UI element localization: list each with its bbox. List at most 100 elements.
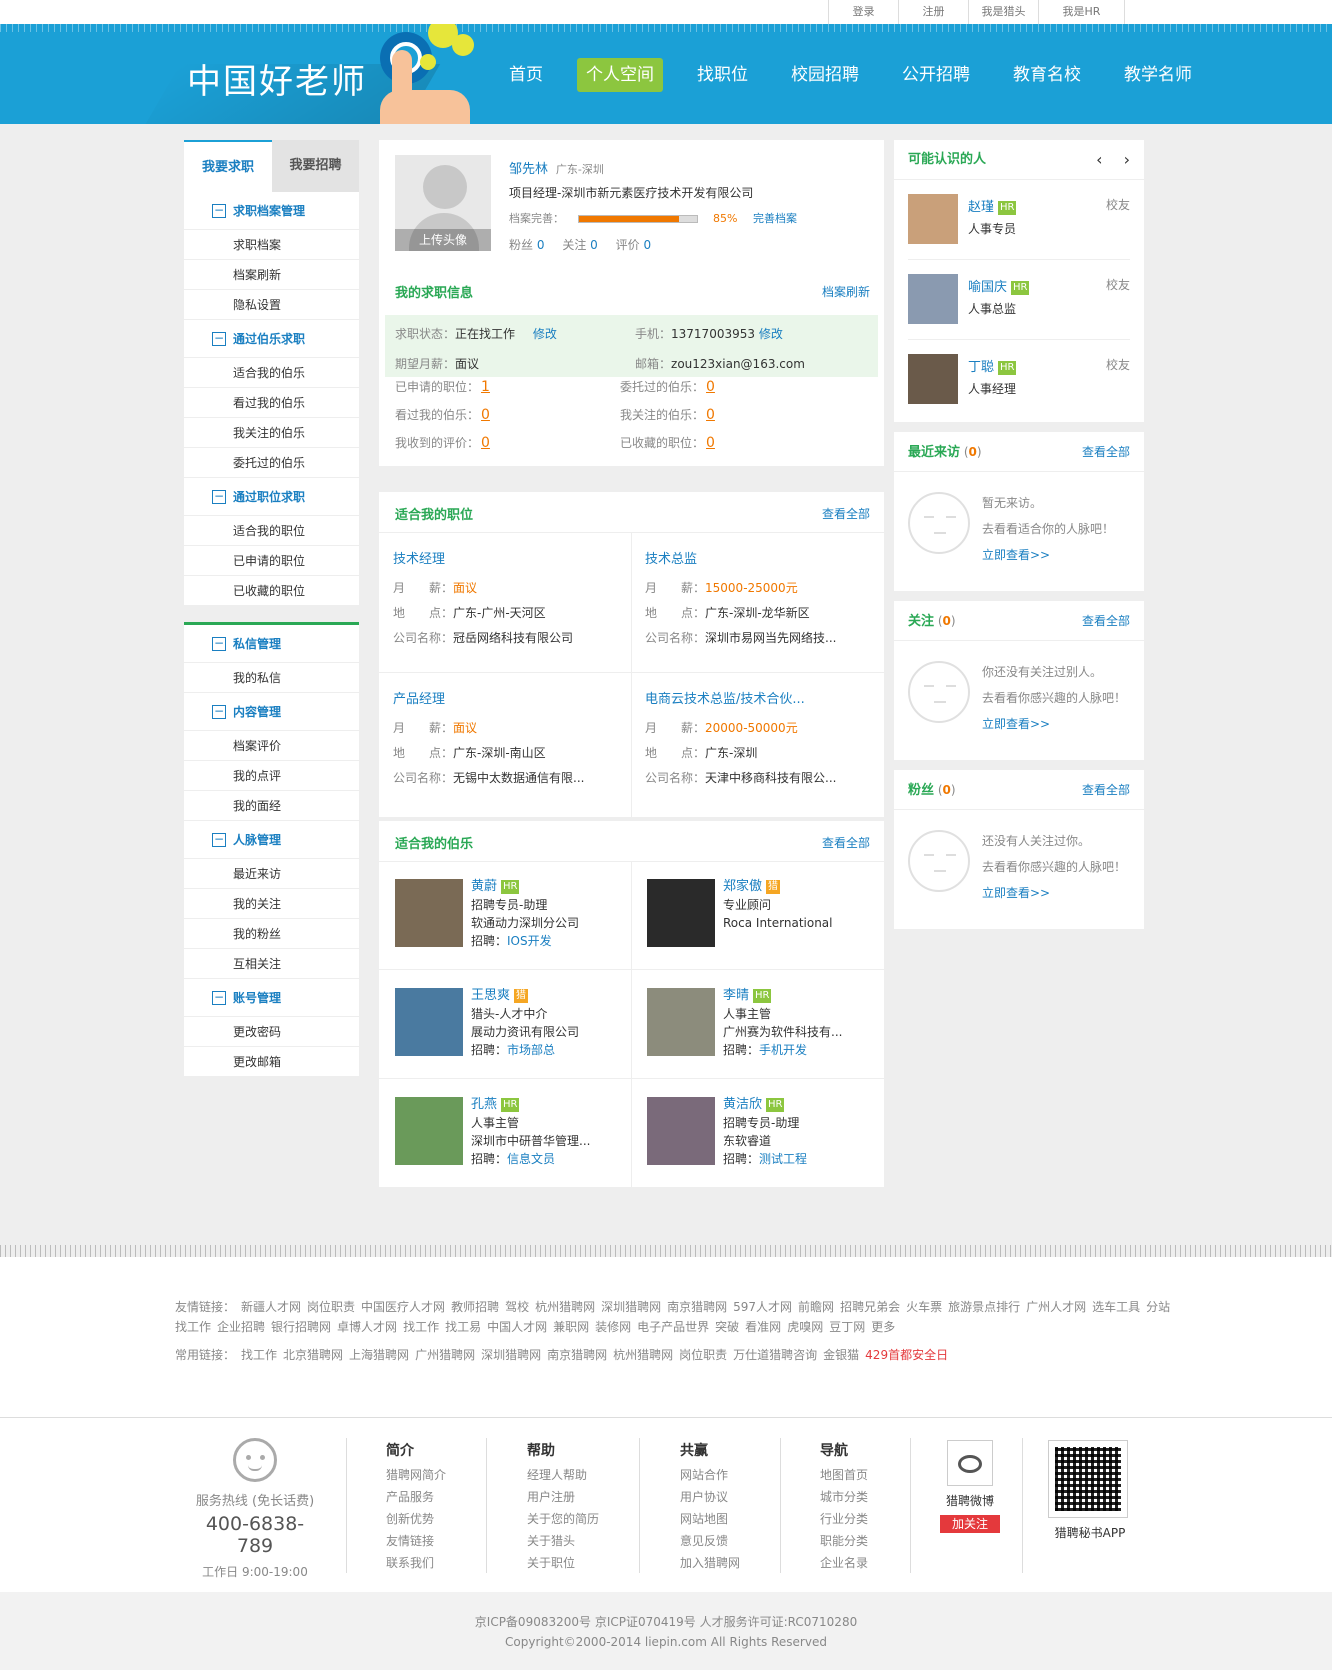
- footer-link[interactable]: 加入猎聘网: [680, 1552, 740, 1574]
- fans-view-link[interactable]: 立即查看>>: [982, 880, 1126, 906]
- job-title[interactable]: 技术经理: [393, 548, 445, 567]
- sidebar-item[interactable]: 档案刷新: [184, 260, 359, 290]
- footer-link[interactable]: 网站地图: [680, 1508, 740, 1530]
- job-title[interactable]: 产品经理: [393, 688, 445, 707]
- follows-view-link[interactable]: 立即查看>>: [982, 711, 1126, 737]
- jobs-more-link[interactable]: 查看全部: [822, 505, 870, 522]
- friend-link[interactable]: 前瞻网: [798, 1300, 834, 1314]
- sidebar-item[interactable]: 委托过的伯乐: [184, 448, 359, 478]
- collapse-icon[interactable]: −: [212, 704, 226, 719]
- top-link[interactable]: 我是猎头: [969, 0, 1039, 24]
- top-link[interactable]: 注册: [899, 0, 969, 24]
- friend-link[interactable]: 中国医疗人才网: [361, 1300, 445, 1314]
- sidebar-group-header[interactable]: − 账号管理: [184, 979, 359, 1017]
- sidebar-item[interactable]: 看过我的伯乐: [184, 388, 359, 418]
- friend-link[interactable]: 企业招聘: [217, 1320, 265, 1334]
- tab-recruiting[interactable]: 我要招聘: [272, 140, 359, 192]
- common-link[interactable]: 万仕道猎聘咨询: [733, 1348, 817, 1362]
- common-link[interactable]: 找工作: [241, 1348, 277, 1362]
- friend-link[interactable]: 火车票: [906, 1300, 942, 1314]
- job-item[interactable]: 产品经理月 薪：面议地 点：广东-深圳-南山区 公司名称：无锡中太数据通信有限..…: [379, 672, 631, 812]
- footer-link[interactable]: 用户注册: [527, 1486, 599, 1508]
- sidebar-item[interactable]: 我的点评: [184, 761, 359, 791]
- sidebar-group-header[interactable]: − 私信管理: [184, 625, 359, 663]
- friend-link[interactable]: 兼职网: [553, 1320, 589, 1334]
- bole-photo[interactable]: [395, 1097, 463, 1165]
- sidebar-item[interactable]: 适合我的职位: [184, 516, 359, 546]
- common-link[interactable]: 南京猎聘网: [547, 1348, 607, 1362]
- person-name[interactable]: 丁聪: [968, 360, 994, 375]
- bole-item[interactable]: 郑家傲猎专业顾问 Roca International: [631, 861, 883, 971]
- bole-item[interactable]: 王思爽猎猎头-人才中介 展动力资讯有限公司 招聘：市场部总: [379, 970, 631, 1080]
- job-stat-value[interactable]: 0: [481, 407, 490, 423]
- footer-link[interactable]: 联系我们: [386, 1552, 446, 1574]
- bole-name[interactable]: 郑家傲: [723, 879, 762, 894]
- footer-link[interactable]: 行业分类: [820, 1508, 868, 1530]
- sidebar-item[interactable]: 已收藏的职位: [184, 576, 359, 606]
- common-link[interactable]: 岗位职责: [679, 1348, 727, 1362]
- collapse-icon[interactable]: −: [212, 636, 226, 651]
- job-stat-value[interactable]: 0: [706, 435, 715, 451]
- collapse-icon[interactable]: −: [212, 489, 226, 504]
- bole-item[interactable]: 李晴 HR 人事主管 广州赛为软件科技有... 招聘：手机开发: [631, 970, 883, 1080]
- person-photo[interactable]: [908, 354, 958, 404]
- person-item[interactable]: 丁聪 HR 人事经理 校友: [908, 340, 1130, 420]
- friend-link[interactable]: 找工易: [445, 1320, 481, 1334]
- friend-link[interactable]: 招聘兄弟会: [840, 1300, 900, 1314]
- job-item[interactable]: 技术经理月 薪：面议地 点：广东-广州-天河区 公司名称：冠岳网络科技有限公司: [379, 532, 631, 672]
- phone-edit-link[interactable]: 修改: [759, 327, 783, 341]
- profile-refresh-link[interactable]: 档案刷新: [822, 283, 870, 300]
- friend-link[interactable]: 更多: [871, 1320, 895, 1334]
- people-next-button[interactable]: ›: [1124, 150, 1130, 169]
- friend-link[interactable]: 银行招聘网: [271, 1320, 331, 1334]
- bole-item[interactable]: 黄洁欣 HR 招聘专员-助理 东软睿道 招聘：测试工程: [631, 1079, 883, 1189]
- footer-link[interactable]: 关于猎头: [527, 1530, 599, 1552]
- sidebar-item[interactable]: 隐私设置: [184, 290, 359, 320]
- footer-link[interactable]: 职能分类: [820, 1530, 868, 1552]
- footer-link[interactable]: 经理人帮助: [527, 1464, 599, 1486]
- nav-item[interactable]: 校园招聘: [782, 58, 868, 92]
- bole-recruit[interactable]: IOS开发: [507, 934, 552, 948]
- person-item[interactable]: 喻国庆 HR 人事总监 校友: [908, 260, 1130, 340]
- visitors-view-link[interactable]: 立即查看>>: [982, 542, 1114, 568]
- fans-more-link[interactable]: 查看全部: [1082, 770, 1130, 809]
- sidebar-item[interactable]: 求职档案: [184, 230, 359, 260]
- common-link[interactable]: 上海猎聘网: [349, 1348, 409, 1362]
- job-item[interactable]: 技术总监月 薪：15000-25000元地 点：广东-深圳-龙华新区 公司名称：深…: [631, 532, 883, 672]
- weibo-icon[interactable]: [947, 1440, 993, 1486]
- person-photo[interactable]: [908, 274, 958, 324]
- status-edit-link[interactable]: 修改: [533, 327, 557, 341]
- bole-photo[interactable]: [647, 879, 715, 947]
- follow-count[interactable]: 0: [590, 238, 598, 252]
- footer-link[interactable]: 城市分类: [820, 1486, 868, 1508]
- job-title[interactable]: 电商云技术总监/技术合伙...: [645, 688, 805, 707]
- friend-link[interactable]: 突破: [715, 1320, 739, 1334]
- common-link[interactable]: 杭州猎聘网: [613, 1348, 673, 1362]
- footer-link[interactable]: 产品服务: [386, 1486, 446, 1508]
- nav-item[interactable]: 个人空间: [577, 58, 663, 92]
- nav-item[interactable]: 教育名校: [1004, 58, 1090, 92]
- bole-more-link[interactable]: 查看全部: [822, 834, 870, 851]
- bole-item[interactable]: 黄蔚 HR 招聘专员-助理 软通动力深圳分公司 招聘：IOS开发: [379, 861, 631, 971]
- footer-link[interactable]: 友情链接: [386, 1530, 446, 1552]
- footer-link[interactable]: 创新优势: [386, 1508, 446, 1530]
- person-name[interactable]: 喻国庆: [968, 280, 1007, 295]
- job-title[interactable]: 技术总监: [645, 548, 697, 567]
- collapse-icon[interactable]: −: [212, 331, 226, 346]
- friend-link[interactable]: 驾校: [505, 1300, 529, 1314]
- nav-item[interactable]: 公开招聘: [893, 58, 979, 92]
- footer-link[interactable]: 猎聘网简介: [386, 1464, 446, 1486]
- job-stat-value[interactable]: 0: [706, 407, 715, 423]
- sidebar-group-header[interactable]: − 求职档案管理: [184, 192, 359, 230]
- friend-link[interactable]: 杭州猎聘网: [535, 1300, 595, 1314]
- friend-link[interactable]: 电子产品世界: [637, 1320, 709, 1334]
- sidebar-group-header[interactable]: − 通过伯乐求职: [184, 320, 359, 358]
- bole-name[interactable]: 黄洁欣: [723, 1097, 762, 1112]
- bole-name[interactable]: 李晴: [723, 988, 749, 1003]
- job-stat-value[interactable]: 0: [481, 435, 490, 451]
- sidebar-item[interactable]: 更改密码: [184, 1017, 359, 1047]
- common-link-highlight[interactable]: 429首都安全日: [865, 1348, 948, 1362]
- friend-link[interactable]: 虎嗅网: [787, 1320, 823, 1334]
- sidebar-item[interactable]: 我关注的伯乐: [184, 418, 359, 448]
- job-item[interactable]: 电商云技术总监/技术合伙... 月 薪：20000-50000元地 点：广东-深圳…: [631, 672, 883, 812]
